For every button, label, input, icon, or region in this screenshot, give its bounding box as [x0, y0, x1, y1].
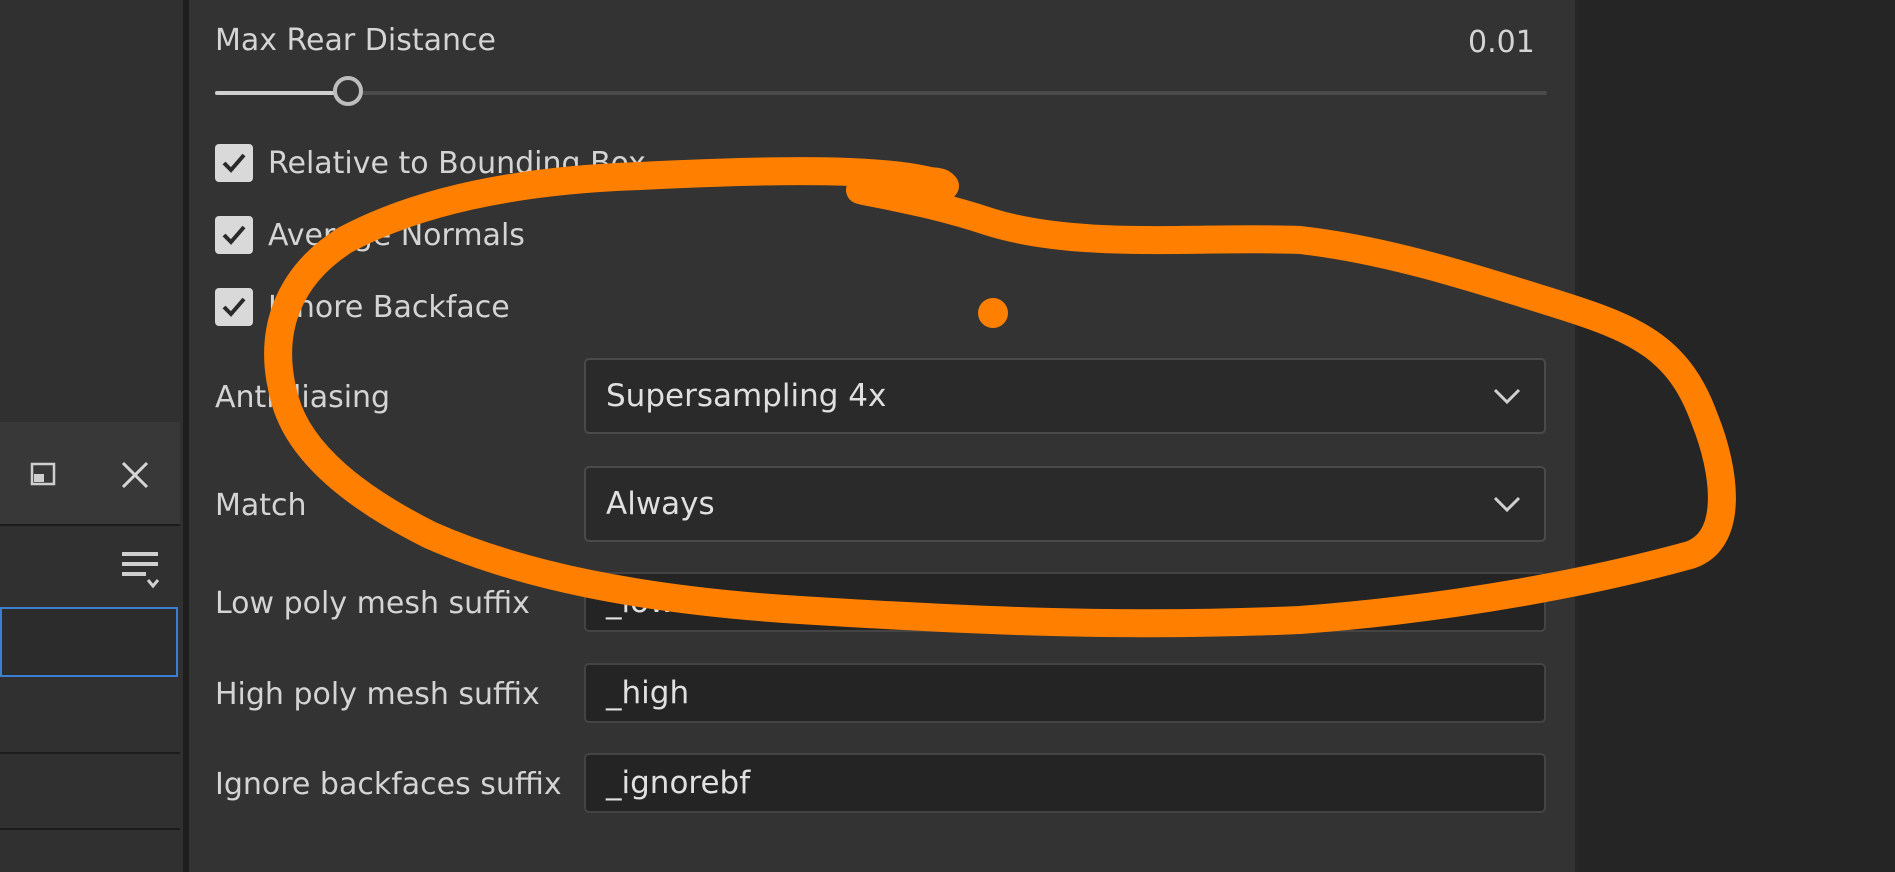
- orange-annotation-circle: [264, 157, 1736, 638]
